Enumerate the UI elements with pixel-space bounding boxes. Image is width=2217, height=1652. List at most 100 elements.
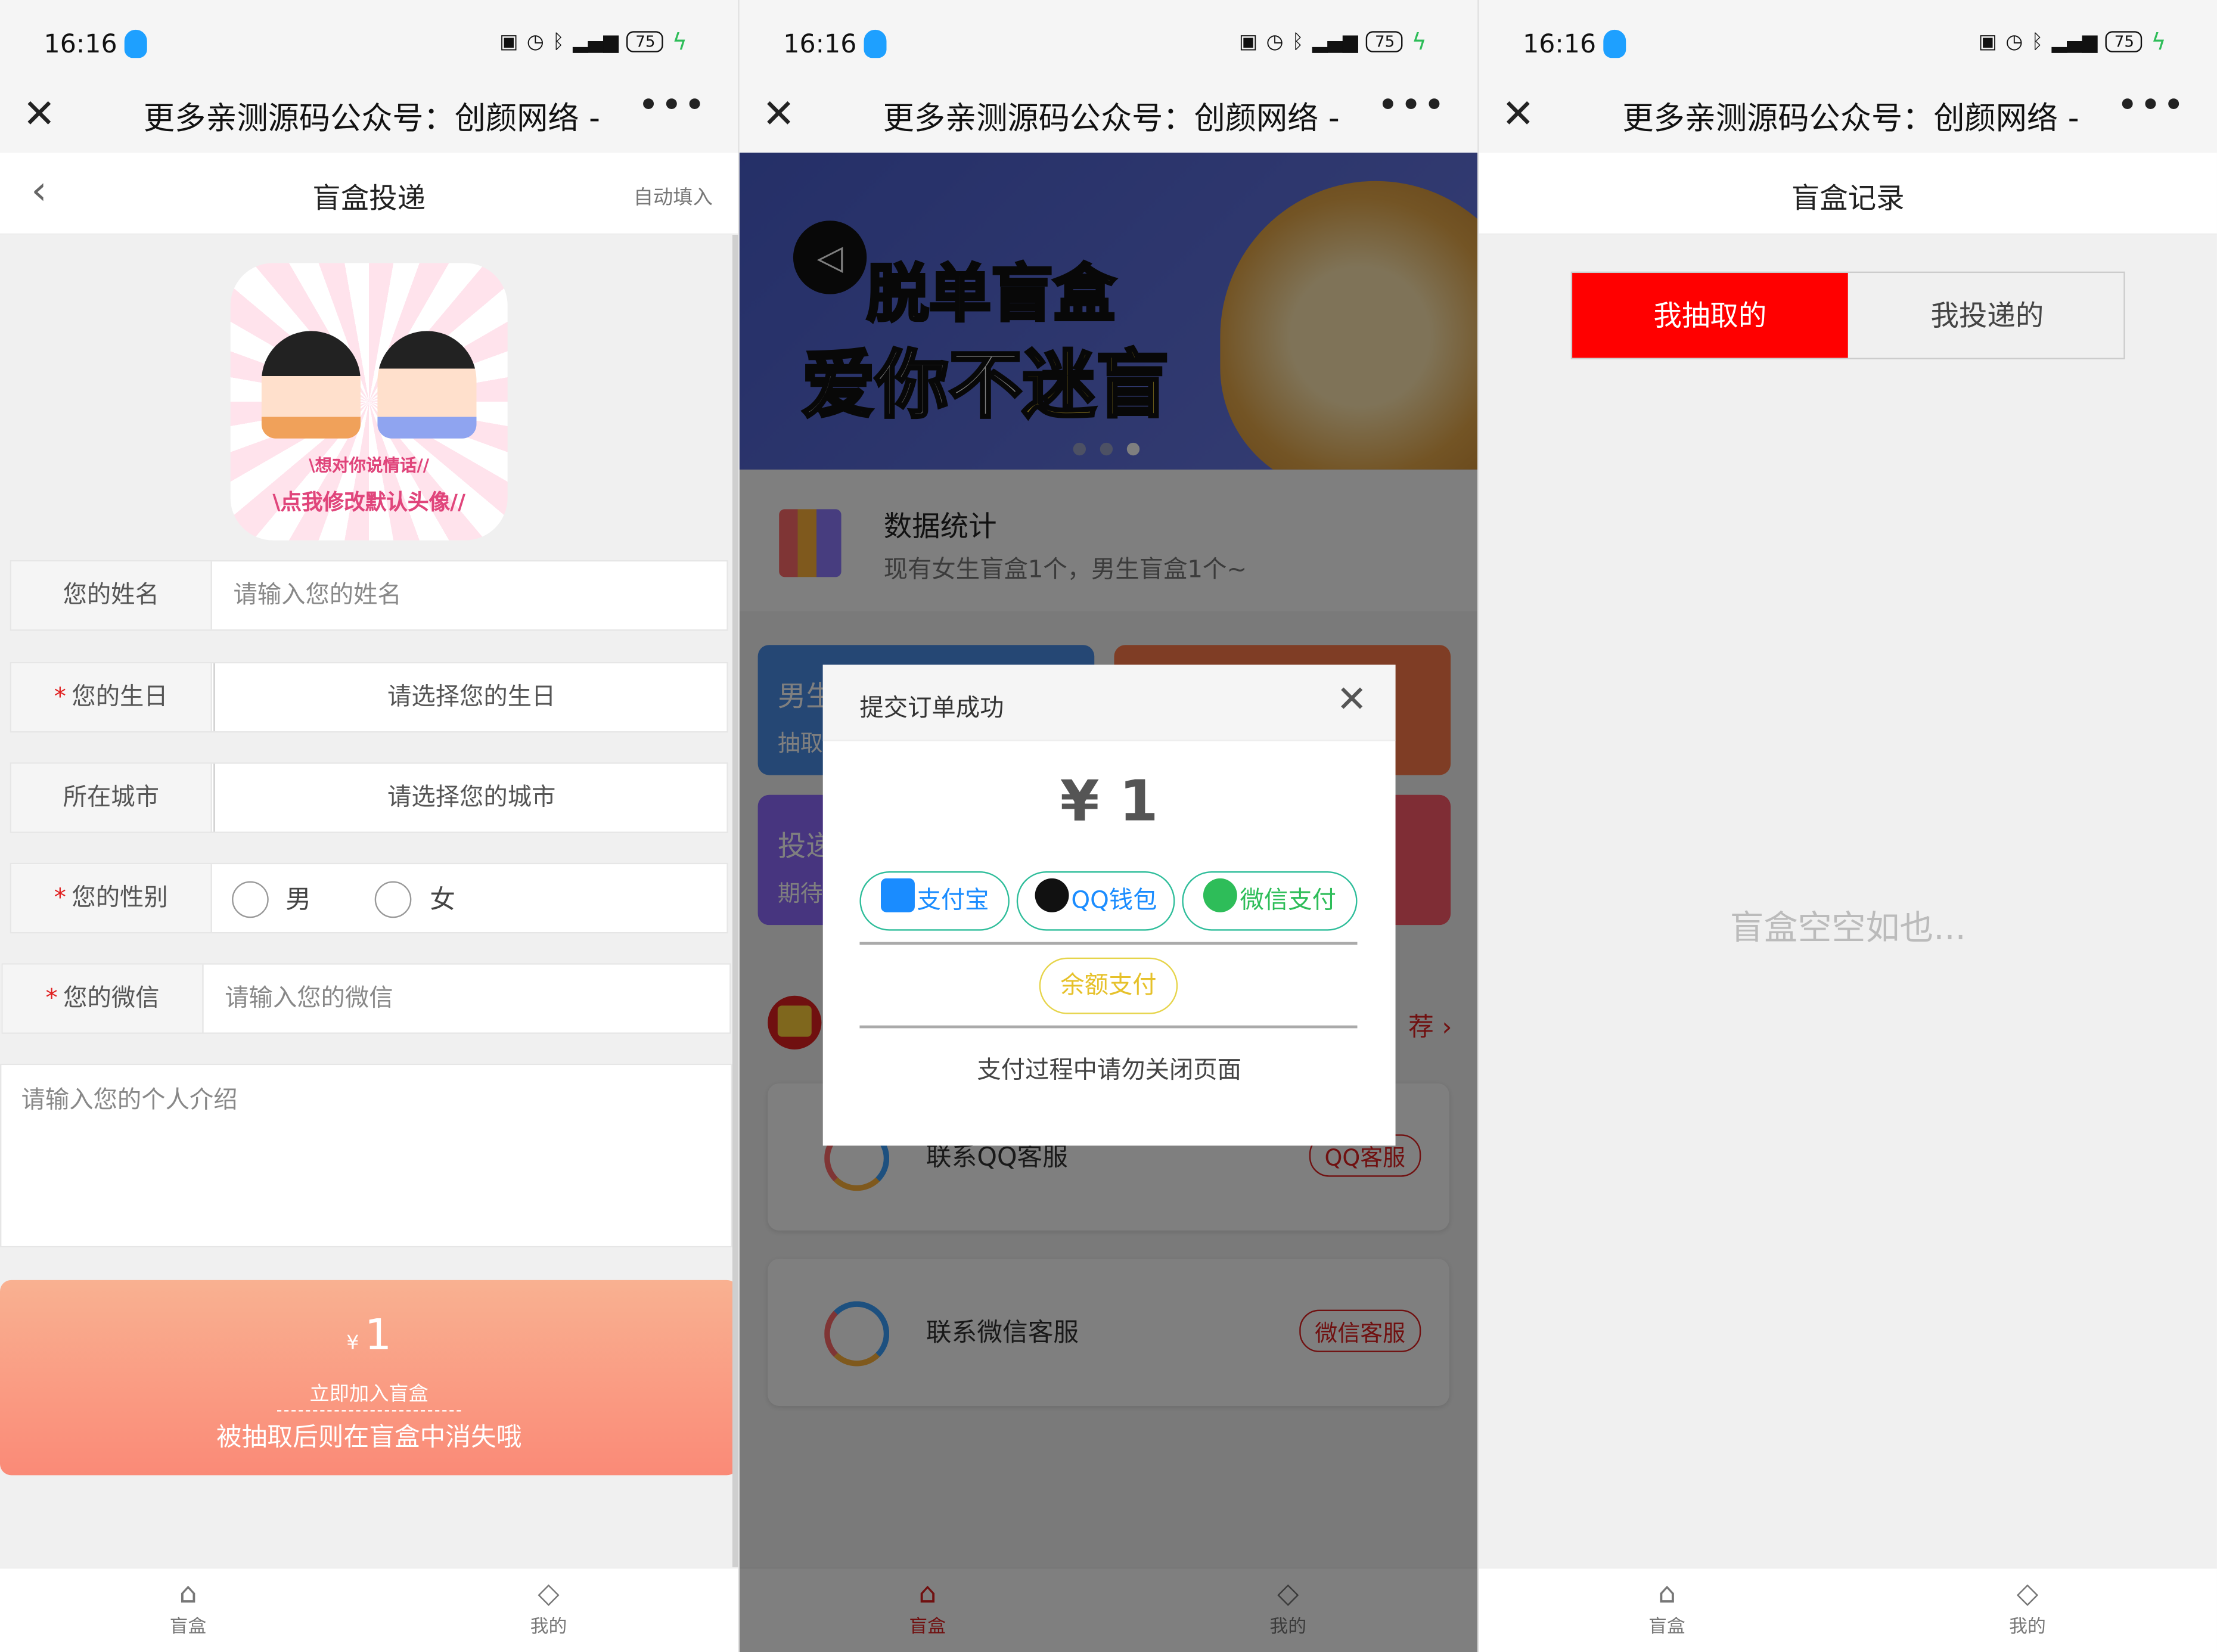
status-icons: ▣ ◷ ᛒ ▂▄▆ 75 ϟ	[1979, 28, 2166, 55]
more-icon[interactable]: •••	[1377, 85, 1446, 127]
divider	[277, 1410, 461, 1412]
signal-icon: ▂▄▆	[1312, 30, 1358, 53]
name-row: 您的姓名	[10, 560, 728, 631]
qq-icon	[124, 29, 147, 58]
qq-wallet-button[interactable]: QQ钱包	[1016, 871, 1175, 931]
balance-pay-button[interactable]: 余额支付	[1039, 957, 1178, 1014]
birthday-row: * 您的生日 请选择您的生日	[10, 662, 728, 733]
charging-icon: ϟ	[2151, 28, 2166, 55]
birthday-label: * 您的生日	[11, 663, 212, 731]
alipay-button[interactable]: 支付宝	[859, 871, 1010, 931]
male-label: 男	[285, 885, 311, 915]
modal-header: 提交订单成功 ✕	[822, 664, 1396, 741]
status-time: 16:16	[44, 29, 117, 60]
diamond-icon: ◇	[2016, 1575, 2039, 1610]
avatar-upload[interactable]: \想对你说情话// \点我修改默认头像//	[230, 263, 508, 541]
gender-label: * 您的性别	[11, 864, 212, 933]
city-row: 所在城市 请选择您的城市	[10, 762, 728, 833]
signal-icon: ▂▄▆	[573, 30, 619, 53]
wechat-title: 更多亲测源码公众号：创颜网络 -	[883, 101, 1340, 138]
wechat-title: 更多亲测源码公众号：创颜网络 -	[143, 101, 601, 138]
gift-icon: ⌂	[179, 1575, 197, 1610]
status-icons: ▣ ◷ ᛒ ▂▄▆ 75 ϟ	[499, 28, 687, 55]
join-box-button[interactable]: ¥1 立即加入盲盒 被抽取后则在盲盒中消失哦	[0, 1280, 738, 1476]
auto-fill-button[interactable]: 自动填入	[634, 182, 713, 210]
close-icon[interactable]: ✕	[1501, 91, 1535, 137]
nfc-icon: ▣	[499, 30, 518, 53]
intro-textarea[interactable]	[0, 1063, 732, 1248]
alipay-icon	[880, 878, 914, 912]
charging-icon: ϟ	[672, 28, 687, 55]
wechat-row: * 您的微信	[1, 963, 731, 1034]
wechat-pay-button[interactable]: 微信支付	[1182, 871, 1358, 931]
nfc-icon: ▣	[1238, 30, 1258, 53]
female-radio[interactable]	[374, 881, 412, 918]
payment-amount: ¥ 1	[1060, 769, 1159, 835]
name-label: 您的姓名	[11, 561, 212, 630]
payment-modal: 提交订单成功 ✕ ¥ 1 支付宝 QQ钱包 微信支付 余额支付 支付过程中请勿关…	[822, 664, 1396, 1146]
status-bar: 16:16 ▣ ◷ ᛒ ▂▄▆ 75 ϟ	[0, 0, 738, 82]
scrollbar[interactable]	[732, 234, 738, 1567]
nav-box[interactable]: ⌂ 盲盒	[103, 1577, 273, 1638]
birthday-picker[interactable]: 请选择您的生日	[213, 663, 728, 731]
bluetooth-icon: ᛒ	[552, 30, 564, 53]
alarm-icon: ◷	[526, 30, 544, 53]
panel-records: 16:16 ▣ ◷ ᛒ ▂▄▆ 75 ϟ ✕ 更多亲测源码公众号：创颜网络 - …	[1479, 0, 2217, 1652]
gift-icon: ⌂	[1657, 1575, 1676, 1610]
panel-delivery: 16:16 ▣ ◷ ᛒ ▂▄▆ 75 ϟ ✕ 更多亲测源码公众号：创颜网络 - …	[0, 0, 738, 1652]
signal-icon: ▂▄▆	[2051, 30, 2098, 53]
close-icon[interactable]: ✕	[23, 91, 56, 137]
battery-icon: 75	[1366, 31, 1404, 52]
qq-penguin-icon	[1034, 878, 1069, 912]
nfc-icon: ▣	[1978, 30, 1998, 53]
nav-mine[interactable]: ◇ 我的	[1943, 1577, 2113, 1638]
tab-drawn[interactable]: 我抽取的	[1572, 273, 1848, 358]
girl-avatar-image	[261, 331, 361, 439]
avatar-caption: \想对你说情话//	[309, 455, 430, 476]
bluetooth-icon: ᛒ	[1291, 30, 1304, 53]
battery-icon: 75	[627, 31, 664, 52]
name-input[interactable]	[213, 561, 723, 630]
close-icon[interactable]: ✕	[762, 91, 796, 137]
close-icon[interactable]: ✕	[1336, 679, 1367, 721]
wechat-header: ✕ 更多亲测源码公众号：创颜网络 - •••	[0, 82, 738, 153]
status-bar: 16:16 ▣ ◷ ᛒ ▂▄▆ 75 ϟ	[739, 0, 1478, 82]
wechat-title: 更多亲测源码公众号：创颜网络 -	[1622, 101, 2079, 138]
nav-mine[interactable]: ◇ 我的	[464, 1577, 634, 1638]
modal-title: 提交订单成功	[859, 694, 1004, 723]
avatar-edit-hint: \点我修改默认头像//	[272, 489, 466, 515]
divider	[859, 1025, 1358, 1029]
city-picker[interactable]: 请选择您的城市	[213, 763, 728, 832]
bluetooth-icon: ᛒ	[2031, 30, 2044, 53]
status-time: 16:16	[1523, 29, 1597, 60]
battery-icon: 75	[2106, 31, 2143, 52]
join-note: 被抽取后则在盲盒中消失哦	[216, 1423, 522, 1453]
male-radio[interactable]	[232, 881, 269, 918]
status-icons: ▣ ◷ ᛒ ▂▄▆ 75 ϟ	[1239, 28, 1427, 55]
gender-row: * 您的性别 男 女	[10, 862, 728, 934]
more-icon[interactable]: •••	[2116, 85, 2185, 127]
diamond-icon: ◇	[538, 1575, 560, 1610]
wechat-icon	[1203, 878, 1237, 912]
female-label: 女	[430, 885, 455, 915]
status-time: 16:16	[783, 29, 857, 60]
qq-icon	[864, 29, 887, 58]
app-header: 盲盒记录	[1479, 153, 2217, 235]
alarm-icon: ◷	[2005, 30, 2023, 53]
page-title: 盲盒投递	[312, 181, 426, 215]
more-icon[interactable]: •••	[638, 85, 707, 127]
join-action-label: 立即加入盲盒	[309, 1383, 429, 1406]
empty-state: 盲盒空空如也...	[1729, 908, 1966, 948]
city-label: 所在城市	[11, 763, 212, 832]
tab-delivered[interactable]: 我投递的	[1849, 273, 2125, 358]
boy-avatar-image	[377, 331, 477, 439]
wechat-label: * 您的微信	[2, 964, 204, 1033]
join-price: ¥1	[346, 1311, 392, 1361]
wechat-header: ✕ 更多亲测源码公众号：创颜网络 - •••	[739, 82, 1478, 153]
wechat-header: ✕ 更多亲测源码公众号：创颜网络 - •••	[1479, 82, 2217, 153]
nav-box[interactable]: ⌂ 盲盒	[1582, 1577, 1752, 1638]
alarm-icon: ◷	[1266, 30, 1284, 53]
wechat-input[interactable]	[204, 964, 715, 1033]
status-bar: 16:16 ▣ ◷ ᛒ ▂▄▆ 75 ϟ	[1479, 0, 2217, 82]
record-tabs: 我抽取的 我投递的	[1570, 271, 2125, 359]
